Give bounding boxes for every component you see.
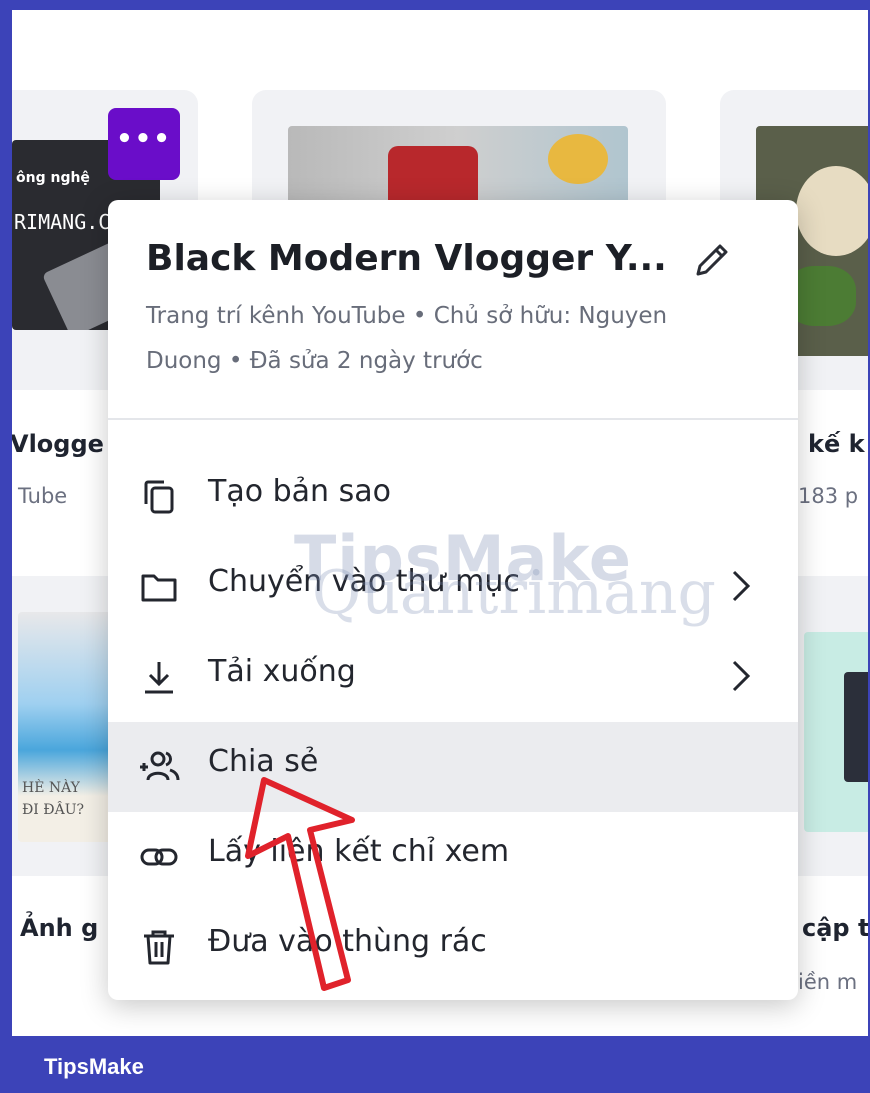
folder-icon [141,574,177,602]
card-subtitle: 183 p [798,484,859,508]
card-subtitle: iền m [798,970,858,994]
copy-icon [144,480,174,514]
thumb-text: ĐI ĐÂU? [22,802,84,818]
menu-item-move-to-trash[interactable]: Đưa vào thùng rác [108,902,798,992]
watermark-text: Quantrimang [312,558,716,628]
menu-item-view-only-link[interactable]: Lấy liên kết chỉ xem [108,812,798,902]
thumb-text: HÈ NÀY [22,780,80,796]
card-title: cập t [802,914,868,942]
card-subtitle: Tube [18,484,68,508]
thumb-text: RIMANG.CO [14,210,123,234]
footer-brand: TipsMake [44,1054,144,1079]
thumb-flower [548,134,608,184]
design-title: Black Modern Vlogger Y... [146,238,667,279]
menu-item-label: Tải xuống [208,654,356,689]
design-meta: Trang trí kênh YouTube • Chủ sở hữu: Ngu… [146,303,668,374]
thumb-flower [796,166,868,256]
card-thumbnail [804,632,868,832]
share-users-icon [140,751,180,781]
download-icon [145,662,173,694]
menu-item-share[interactable]: Chia sẻ [108,722,798,812]
menu-item-label: Chia sẻ [208,744,319,779]
pencil-icon[interactable] [690,238,734,282]
menu-item-label: Lấy liên kết chỉ xem [208,834,510,869]
thumb-device [844,672,868,782]
trash-icon [144,930,174,965]
card-title: Ảnh g [20,914,99,942]
menu-item-label: Đưa vào thùng rác [208,924,487,959]
menu-item-download[interactable]: Tải xuống [108,632,798,722]
card-title: kế k [808,430,865,458]
menu-item-label: Tạo bản sao [208,474,391,509]
chevron-right-icon [732,660,751,692]
more-options-button[interactable]: ••• [108,108,180,180]
card-title: Vlogge [12,430,104,458]
menu-header: Black Modern Vlogger Y... Trang trí kênh… [108,200,798,420]
link-icon [140,848,178,866]
design-grid: ông nghệ RIMANG.CO Vlogge Tube kế k 183 … [12,10,868,1036]
chevron-right-icon [732,570,751,602]
thumb-text: ông nghệ [16,170,90,186]
